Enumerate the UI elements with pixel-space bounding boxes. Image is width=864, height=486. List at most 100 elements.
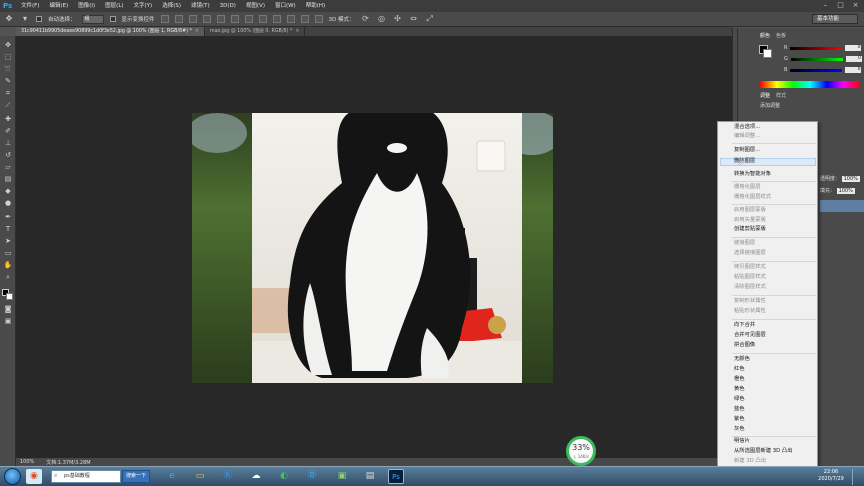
menu-item-merge-down[interactable]: 向下合并 xyxy=(734,322,755,329)
tab-styles[interactable]: 样式 xyxy=(776,92,786,101)
blue-slider[interactable] xyxy=(790,68,843,72)
start-button[interactable] xyxy=(4,468,21,485)
app-tools-icon[interactable]: ▤ xyxy=(362,469,378,484)
distribute-bottom-button[interactable] xyxy=(272,15,281,23)
minimize-button[interactable]: – xyxy=(821,1,830,10)
menu-item-new-3d-extrusion-from-layer[interactable]: 从所选图层新建 3D 凸出 xyxy=(734,448,793,455)
menu-item-blending-options[interactable]: 混合选项... xyxy=(734,124,760,131)
show-desktop-button[interactable] xyxy=(852,469,860,485)
align-hcenter-button[interactable] xyxy=(216,15,225,23)
distribute-hcenter-button[interactable] xyxy=(300,15,309,23)
shape-tool-icon[interactable]: ▭ xyxy=(3,248,13,258)
menu-view[interactable]: 视图(V) xyxy=(241,0,270,12)
tab-color[interactable]: 颜色 xyxy=(760,32,770,41)
lasso-tool-icon[interactable]: ➰ xyxy=(3,64,13,74)
crop-tool-icon[interactable]: ⌗ xyxy=(3,88,13,98)
zoom-tool-icon[interactable]: ⌕ xyxy=(3,272,13,282)
3d-scale-icon[interactable]: ⤢ xyxy=(425,14,435,24)
tab-close-icon[interactable]: × xyxy=(295,29,299,34)
eyedropper-tool-icon[interactable]: ⟋ xyxy=(3,100,13,110)
history-brush-tool-icon[interactable]: ↺ xyxy=(3,150,13,160)
menu-item-flatten-image[interactable]: 拼合图像 xyxy=(734,342,755,349)
menu-edit[interactable]: 编辑(E) xyxy=(44,0,73,12)
show-transform-checkbox[interactable] xyxy=(109,16,116,22)
green-slider[interactable] xyxy=(790,57,843,61)
red-value[interactable]: 0 xyxy=(845,45,862,51)
app-k-icon[interactable]: Ⓚ xyxy=(220,469,236,484)
3d-rotate-icon[interactable]: ⟳ xyxy=(361,14,371,24)
pen-tool-icon[interactable]: ✒ xyxy=(3,212,13,222)
menu-item-merge-visible[interactable]: 合并可见图层 xyxy=(734,332,766,339)
menu-item-no-color[interactable]: 无颜色 xyxy=(734,356,750,363)
app-cloud-icon[interactable]: ☁ xyxy=(248,469,264,484)
menu-type[interactable]: 文字(Y) xyxy=(129,0,158,12)
align-top-button[interactable] xyxy=(160,15,169,23)
tab-swatches[interactable]: 色板 xyxy=(776,32,786,41)
menu-item-orange[interactable]: 橙色 xyxy=(734,376,745,383)
tab-adjustments[interactable]: 调整 xyxy=(760,92,770,101)
quick-mask-icon[interactable]: ◙ xyxy=(3,304,13,314)
move-tool-icon[interactable]: ✥ xyxy=(4,14,14,24)
distribute-left-button[interactable] xyxy=(286,15,295,23)
move-tool-icon[interactable]: ✥ xyxy=(3,40,13,50)
file-explorer-icon[interactable]: ▭ xyxy=(192,469,208,484)
menu-filter[interactable]: 滤镜(T) xyxy=(186,0,215,12)
menu-item-blue[interactable]: 蓝色 xyxy=(734,406,745,413)
tab-close-icon[interactable]: × xyxy=(195,29,199,34)
type-tool-icon[interactable]: T xyxy=(3,224,13,234)
quick-select-tool-icon[interactable]: ✎ xyxy=(3,76,13,86)
maximize-button[interactable]: □ xyxy=(836,1,845,10)
menu-window[interactable]: 窗口(W) xyxy=(270,0,301,12)
menu-select[interactable]: 选择(S) xyxy=(157,0,186,12)
menu-3d[interactable]: 3D(D) xyxy=(215,0,241,12)
menu-item-red[interactable]: 红色 xyxy=(734,366,745,373)
red-slider[interactable] xyxy=(790,46,843,50)
canvas-area[interactable] xyxy=(16,36,732,458)
app-green-icon[interactable]: ◐ xyxy=(276,469,292,484)
menu-item-duplicate-layer[interactable]: 复制图层... xyxy=(734,147,760,154)
clone-stamp-tool-icon[interactable]: ⊥ xyxy=(3,138,13,148)
3d-roll-icon[interactable]: ◎ xyxy=(377,14,387,24)
app-d-icon[interactable]: Ⓓ xyxy=(304,469,320,484)
taskbar-search-button[interactable]: 搜索一下 xyxy=(122,470,150,483)
photoshop-taskbar-icon[interactable]: Ps xyxy=(388,469,404,484)
tab-document-1[interactable]: 31c90411b9905deaee90899c1d0f3e52.jpg @ 1… xyxy=(16,27,205,36)
screen-mode-icon[interactable]: ▣ xyxy=(3,316,13,326)
gradient-tool-icon[interactable]: ▤ xyxy=(3,174,13,184)
menu-item-green[interactable]: 绿色 xyxy=(734,396,745,403)
auto-select-checkbox[interactable] xyxy=(36,16,42,22)
system-clock[interactable]: 22:06 2020/7/29 xyxy=(814,469,848,483)
align-vcenter-button[interactable] xyxy=(174,15,183,23)
align-bottom-button[interactable] xyxy=(188,15,197,23)
blur-tool-icon[interactable]: ◆ xyxy=(3,186,13,196)
green-value[interactable]: 0 xyxy=(845,56,862,62)
blue-value[interactable]: 0 xyxy=(845,67,862,73)
tool-preset-chevron-icon[interactable]: ▾ xyxy=(20,14,30,24)
align-left-button[interactable] xyxy=(202,15,211,23)
menu-item-gray[interactable]: 灰色 xyxy=(734,426,745,433)
tab-document-2[interactable]: mao.jpg @ 100% (图层 0, RGB/8) * × xyxy=(205,27,306,36)
menu-layer[interactable]: 图层(L) xyxy=(100,0,128,12)
3d-slide-icon[interactable]: ⇔ xyxy=(409,14,419,24)
align-right-button[interactable] xyxy=(230,15,239,23)
marquee-tool-icon[interactable]: ⬚ xyxy=(3,52,13,62)
workspace-switcher[interactable]: 基本功能 xyxy=(812,14,858,24)
dodge-tool-icon[interactable]: ● xyxy=(3,198,13,208)
taskbar-search-input[interactable]: ps基础教程 xyxy=(51,470,121,483)
zoom-level[interactable]: 100% xyxy=(20,459,34,465)
menu-file[interactable]: 文件(F) xyxy=(16,0,44,12)
menu-item-convert-smart-object[interactable]: 转换为智能对象 xyxy=(734,171,771,178)
taskbar-app-icon[interactable]: ◉ xyxy=(26,469,42,484)
fill-value[interactable]: 100% xyxy=(836,188,855,194)
color-ramp[interactable] xyxy=(760,81,860,88)
menu-image[interactable]: 图像(I) xyxy=(73,0,100,12)
close-button[interactable]: × xyxy=(851,1,860,10)
healing-brush-tool-icon[interactable]: ✚ xyxy=(3,114,13,124)
3d-pan-icon[interactable]: ✣ xyxy=(393,14,403,24)
color-panel-bg-swatch[interactable] xyxy=(763,49,772,58)
path-selection-tool-icon[interactable]: ➤ xyxy=(3,236,13,246)
menu-item-postcard[interactable]: 明信片 xyxy=(734,438,750,445)
menu-item-yellow[interactable]: 黄色 xyxy=(734,386,745,393)
hand-tool-icon[interactable]: ✋ xyxy=(3,260,13,270)
eraser-tool-icon[interactable]: ▱ xyxy=(3,162,13,172)
